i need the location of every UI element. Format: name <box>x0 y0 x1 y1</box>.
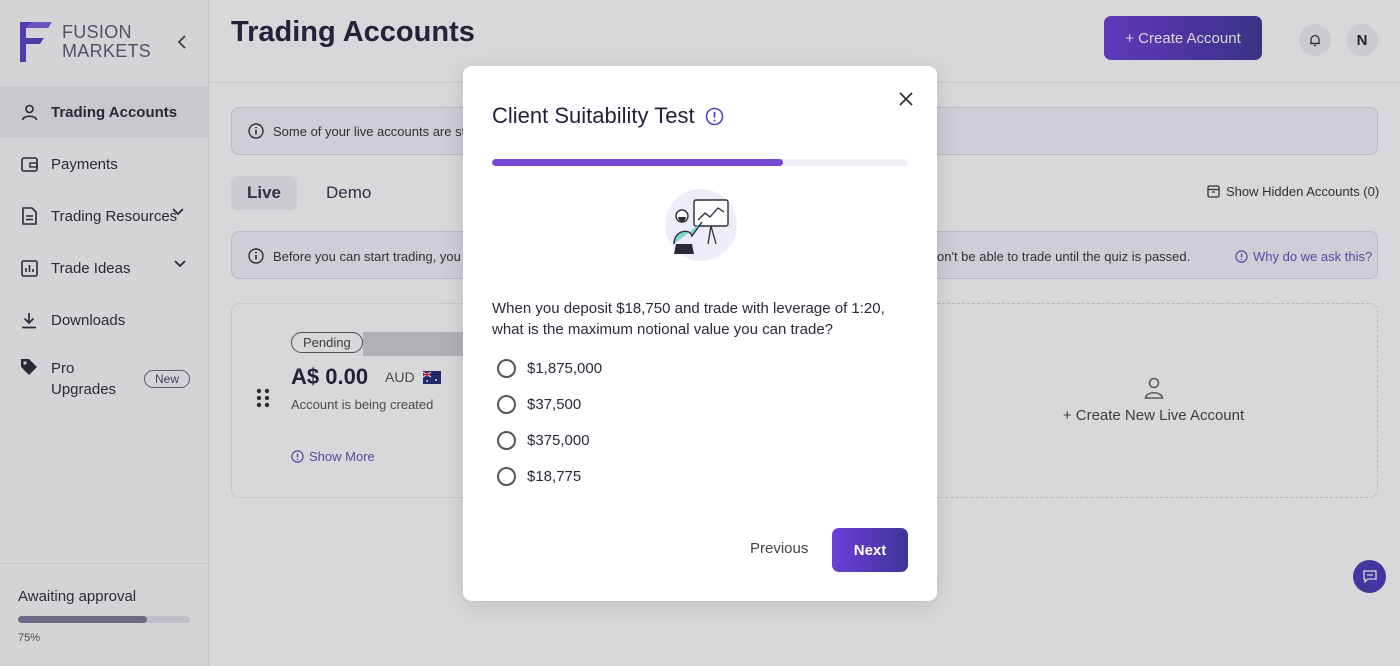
radio-button[interactable] <box>497 358 516 378</box>
quiz-question: When you deposit $18,750 and trade with … <box>492 300 885 338</box>
answer-option-label: $1,875,000 <box>527 359 603 377</box>
modal-title-text: Client Suitability Test <box>492 103 695 128</box>
answer-option[interactable]: $18,775 <box>497 458 602 494</box>
answer-option-label: $375,000 <box>527 431 590 449</box>
answer-options: $1,875,000 $37,500 $375,000 $18,775 <box>497 350 602 494</box>
answer-option-label: $37,500 <box>527 395 582 413</box>
next-button[interactable]: Next <box>832 528 908 572</box>
presenter-illustration <box>662 186 740 264</box>
radio-button[interactable] <box>497 394 516 414</box>
answer-option[interactable]: $1,875,000 <box>497 350 602 386</box>
answer-option-label: $18,775 <box>527 467 582 485</box>
answer-option[interactable]: $37,500 <box>497 386 602 422</box>
answer-option[interactable]: $375,000 <box>497 422 602 458</box>
suitability-test-modal: Client Suitability Test When you deposit… <box>463 66 937 601</box>
radio-button[interactable] <box>497 466 516 486</box>
previous-button[interactable]: Previous <box>750 540 808 557</box>
quiz-progress-fill <box>492 159 784 166</box>
close-icon <box>899 92 913 106</box>
close-modal-button[interactable] <box>895 88 917 110</box>
radio-button[interactable] <box>497 430 516 450</box>
presenter-chart-icon <box>665 189 737 261</box>
info-circle-icon[interactable] <box>705 107 724 126</box>
quiz-progress-bar <box>492 159 908 166</box>
modal-title: Client Suitability Test <box>492 103 724 129</box>
